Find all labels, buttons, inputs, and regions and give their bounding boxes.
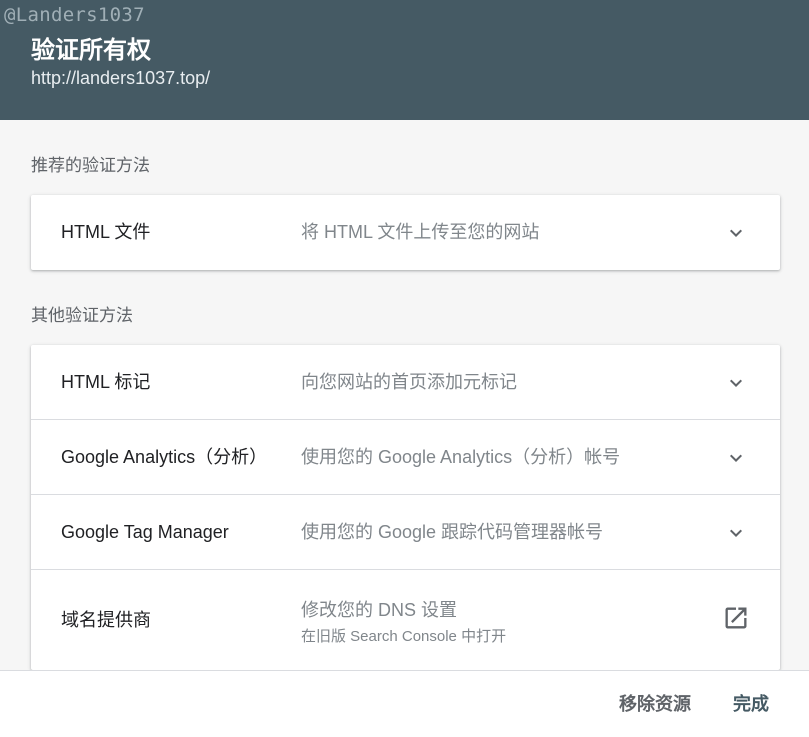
method-name: 域名提供商 (61, 610, 151, 630)
dialog-title: 验证所有权 (31, 37, 151, 64)
recommended-methods-card: HTML 文件 将 HTML 文件上传至您的网站 (31, 195, 780, 270)
done-button[interactable]: 完成 (733, 671, 769, 737)
chevron-down-icon[interactable] (724, 371, 748, 395)
method-description: 修改您的 DNS 设置 (301, 600, 458, 620)
method-description: 将 HTML 文件上传至您的网站 (301, 222, 540, 242)
remove-property-button[interactable]: 移除资源 (619, 671, 691, 737)
other-section-label: 其他验证方法 (31, 306, 133, 325)
method-row-google-analytics[interactable]: Google Analytics（分析） 使用您的 Google Analyti… (31, 420, 780, 495)
recommended-section-label: 推荐的验证方法 (31, 156, 150, 175)
method-row-html-file[interactable]: HTML 文件 将 HTML 文件上传至您的网站 (31, 195, 780, 270)
method-row-html-tag[interactable]: HTML 标记 向您网站的首页添加元标记 (31, 345, 780, 420)
method-row-google-tag-manager[interactable]: Google Tag Manager 使用您的 Google 跟踪代码管理器帐号 (31, 495, 780, 570)
method-description: 使用您的 Google Analytics（分析）帐号 (301, 447, 621, 467)
dialog-header: @Landers1037 验证所有权 http://landers1037.to… (0, 0, 809, 120)
method-sub-description: 在旧版 Search Console 中打开 (301, 628, 507, 645)
verify-ownership-dialog: @Landers1037 验证所有权 http://landers1037.to… (0, 0, 809, 737)
method-name: Google Tag Manager (61, 522, 229, 542)
method-description: 使用您的 Google 跟踪代码管理器帐号 (301, 522, 604, 542)
method-description: 向您网站的首页添加元标记 (301, 372, 517, 392)
other-methods-card: HTML 标记 向您网站的首页添加元标记 Google Analytics（分析… (31, 345, 780, 670)
method-name: HTML 文件 (61, 222, 151, 242)
method-row-domain-provider[interactable]: 域名提供商 修改您的 DNS 设置 在旧版 Search Console 中打开 (31, 570, 780, 670)
chevron-down-icon[interactable] (724, 521, 748, 545)
chevron-down-icon[interactable] (724, 221, 748, 245)
method-name: HTML 标记 (61, 372, 151, 392)
property-url: http://landers1037.top/ (31, 68, 211, 88)
dialog-content[interactable]: 推荐的验证方法 HTML 文件 将 HTML 文件上传至您的网站 其他验证方法 … (0, 120, 809, 670)
method-name: Google Analytics（分析） (61, 447, 268, 467)
open-in-new-icon[interactable] (722, 604, 750, 632)
dialog-footer: 移除资源 完成 (0, 670, 809, 737)
watermark: @Landers1037 (4, 4, 145, 26)
chevron-down-icon[interactable] (724, 446, 748, 470)
